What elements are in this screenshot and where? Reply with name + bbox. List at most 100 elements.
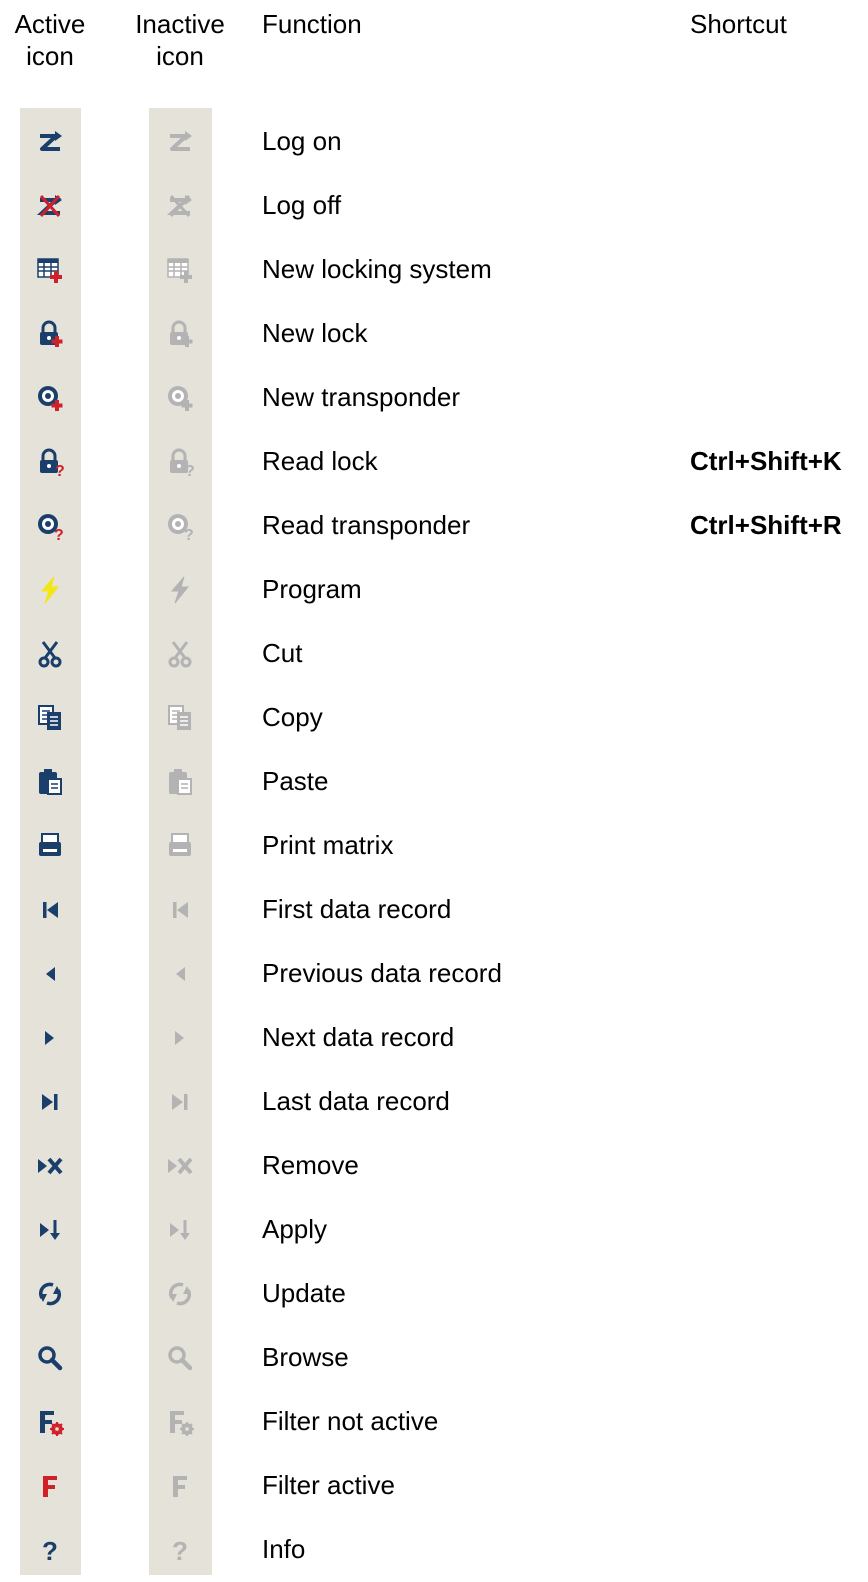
new-locking-system-inactive-icon [166, 256, 194, 284]
function-label: Filter active [262, 1470, 395, 1500]
function-label: Log on [262, 126, 342, 156]
table-row: Last data record [0, 1070, 868, 1134]
table-row: Copy [0, 686, 868, 750]
header-inactive-line1: Inactive [135, 9, 225, 39]
function-label: Log off [262, 190, 342, 220]
new-lock-inactive-icon [166, 320, 194, 348]
function-label: New locking system [262, 254, 492, 284]
copy-inactive-icon [166, 704, 194, 732]
log-off-inactive-icon [166, 192, 194, 220]
function-label: Info [262, 1534, 306, 1564]
svg-text:?: ? [42, 1536, 58, 1564]
table-row: Filter active [0, 1454, 868, 1518]
cut-inactive-icon [166, 640, 194, 668]
function-label: Program [262, 574, 362, 604]
table-row: Log on [0, 110, 868, 174]
remove-icon [36, 1152, 64, 1180]
header-function: Function [262, 9, 362, 39]
function-label: Filter not active [262, 1406, 439, 1436]
function-label: Next data record [262, 1022, 455, 1052]
table-row: Remove [0, 1134, 868, 1198]
function-label: Copy [262, 702, 323, 732]
apply-icon [36, 1216, 64, 1244]
table-row: Program [0, 558, 868, 622]
table-row: First data record [0, 878, 868, 942]
next-record-icon [36, 1024, 64, 1052]
function-label: Last data record [262, 1086, 450, 1116]
info-icon: ? [36, 1536, 64, 1564]
function-label: Cut [262, 638, 303, 668]
table-row: Previous data record [0, 942, 868, 1006]
function-label: Read transponder [262, 510, 471, 540]
table-row: Update [0, 1262, 868, 1326]
header-inactive-line2: icon [156, 41, 204, 71]
function-label: Print matrix [262, 830, 394, 860]
table-row: Browse [0, 1326, 868, 1390]
table-row: Print matrix [0, 814, 868, 878]
function-label: Paste [262, 766, 329, 796]
function-label: Apply [262, 1214, 328, 1244]
table-row: Log off [0, 174, 868, 238]
new-transponder-icon [36, 384, 64, 412]
program-icon [36, 576, 64, 604]
table-row: Filter not active [0, 1390, 868, 1454]
browse-icon [36, 1344, 64, 1372]
filter-not-active-icon [36, 1408, 64, 1436]
table-row: Next data record [0, 1006, 868, 1070]
svg-text:?: ? [184, 527, 194, 540]
copy-icon [36, 704, 64, 732]
paste-icon [36, 768, 64, 796]
new-locking-system-icon [36, 256, 64, 284]
info-inactive-icon: ? [166, 1536, 194, 1564]
svg-text:?: ? [185, 463, 194, 476]
print-matrix-icon [36, 832, 64, 860]
paste-inactive-icon [166, 768, 194, 796]
print-matrix-inactive-icon [166, 832, 194, 860]
shortcut-label: Ctrl+Shift+R [690, 510, 842, 540]
table-row: New lock [0, 302, 868, 366]
program-inactive-icon [166, 576, 194, 604]
next-record-inactive-icon [166, 1024, 194, 1052]
log-on-icon [36, 128, 64, 156]
previous-record-icon [36, 960, 64, 988]
new-transponder-inactive-icon [166, 384, 194, 412]
update-inactive-icon [166, 1280, 194, 1308]
log-on-inactive-icon [166, 128, 194, 156]
svg-text:?: ? [172, 1536, 188, 1564]
cut-icon [36, 640, 64, 668]
shortcut-label: Ctrl+Shift+K [690, 446, 842, 476]
function-label: New lock [262, 318, 368, 348]
first-record-icon [36, 896, 64, 924]
function-label: Browse [262, 1342, 349, 1372]
function-label: Read lock [262, 446, 378, 476]
header-active-line1: Active [14, 9, 86, 39]
last-record-inactive-icon [166, 1088, 194, 1116]
read-transponder-icon: ? [36, 512, 64, 540]
last-record-icon [36, 1088, 64, 1116]
filter-active-icon [36, 1472, 64, 1500]
function-label: Update [262, 1278, 346, 1308]
first-record-inactive-icon [166, 896, 194, 924]
function-label: Previous data record [262, 958, 502, 988]
header-active-line2: icon [26, 41, 74, 71]
new-lock-icon [36, 320, 64, 348]
previous-record-inactive-icon [166, 960, 194, 988]
table-row: New locking system [0, 238, 868, 302]
read-lock-inactive-icon: ? [166, 448, 194, 476]
function-label: Remove [262, 1150, 359, 1180]
function-label: New transponder [262, 382, 460, 412]
table-row: New transponder [0, 366, 868, 430]
header-inactive-icon: Inactive icon [128, 8, 232, 72]
table-row: ?? Read transponder Ctrl+Shift+R [0, 494, 868, 558]
function-label: First data record [262, 894, 452, 924]
svg-text:?: ? [54, 527, 64, 540]
svg-text:?: ? [55, 463, 64, 476]
filter-active-inactive-icon [166, 1472, 194, 1500]
log-off-icon [36, 192, 64, 220]
update-icon [36, 1280, 64, 1308]
apply-inactive-icon [166, 1216, 194, 1244]
header-shortcut: Shortcut [690, 9, 787, 39]
table-row: ?? Info [0, 1518, 868, 1582]
header-active-icon: Active icon [0, 8, 100, 72]
browse-inactive-icon [166, 1344, 194, 1372]
